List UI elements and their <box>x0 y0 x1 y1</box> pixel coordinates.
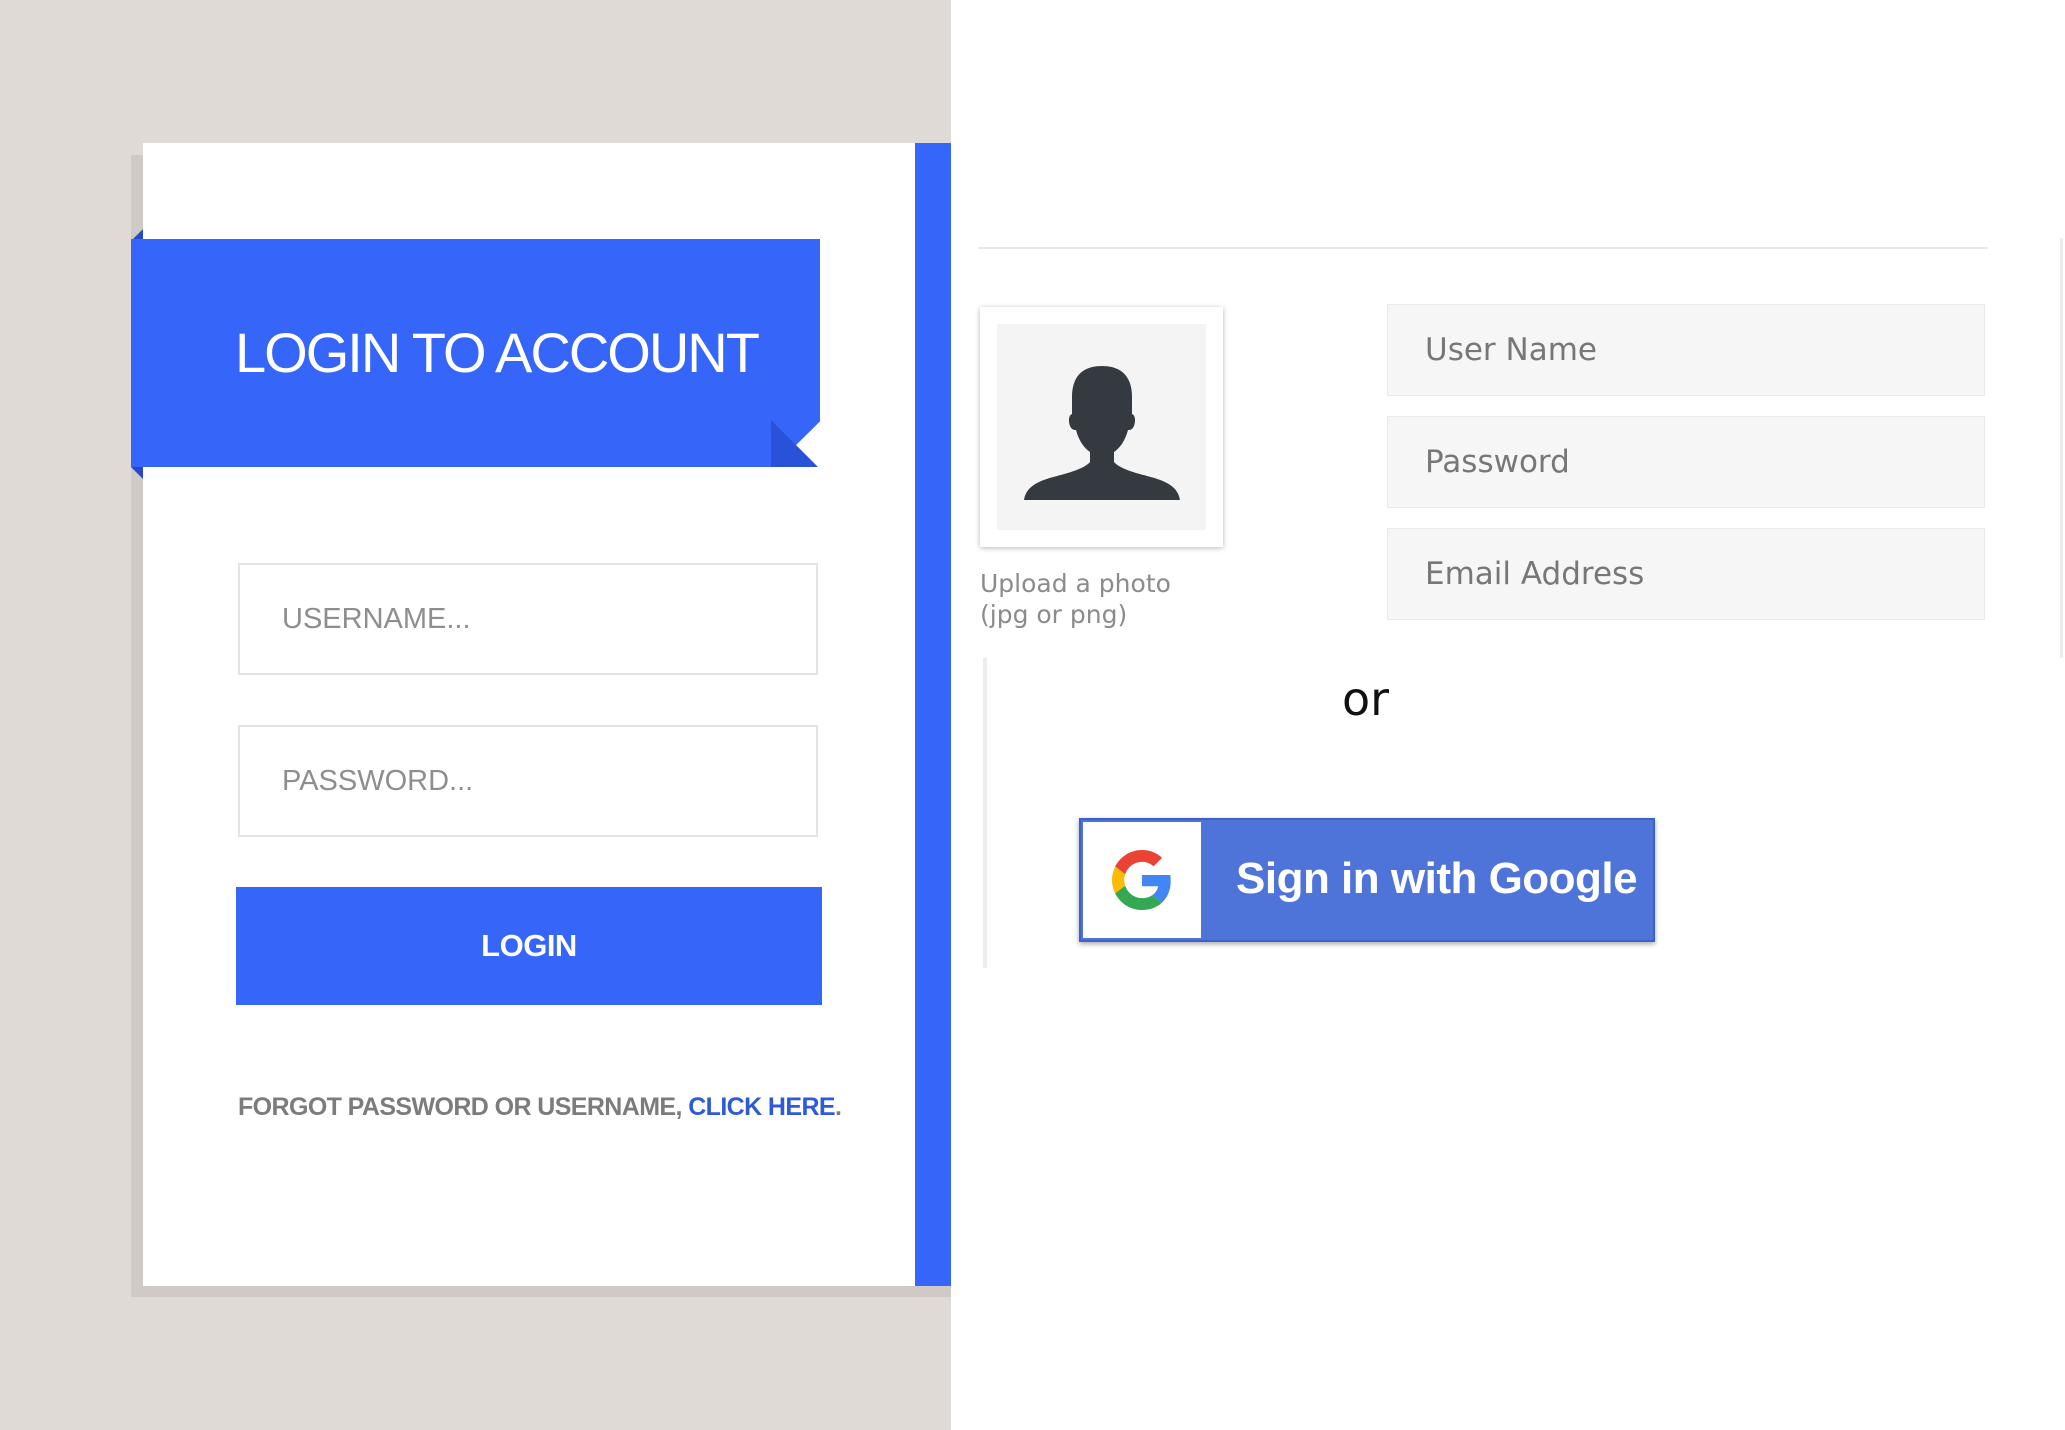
forgot-text: FORGOT PASSWORD OR USERNAME, <box>238 1093 689 1121</box>
right-edge-line <box>2060 238 2063 658</box>
upload-label-line1: Upload a photo <box>980 569 1171 598</box>
banner-fold-bottom <box>131 467 143 479</box>
top-divider <box>978 247 1988 249</box>
register-username-input[interactable] <box>1387 304 1985 396</box>
google-g-icon <box>1112 850 1171 910</box>
photo-placeholder <box>997 324 1206 530</box>
register-password-input[interactable] <box>1387 416 1985 508</box>
login-title: LOGIN TO ACCOUNT <box>235 321 760 384</box>
login-card-accent-strip <box>915 143 951 1286</box>
login-button[interactable]: LOGIN <box>236 887 822 1005</box>
username-input[interactable] <box>238 563 818 675</box>
photo-upload-frame[interactable] <box>980 307 1223 547</box>
user-silhouette-icon <box>1024 366 1180 500</box>
forgot-credentials-text: FORGOT PASSWORD OR USERNAME, CLICK HERE. <box>238 1093 842 1122</box>
google-signin-label: Sign in with Google <box>1236 854 1638 903</box>
upload-label-line2: (jpg or png) <box>980 600 1128 629</box>
banner-corner-fold <box>771 420 818 467</box>
forgot-period: . <box>835 1093 842 1121</box>
register-email-input[interactable] <box>1387 528 1985 620</box>
or-separator: or <box>1342 672 1390 726</box>
click-here-link[interactable]: CLICK HERE <box>688 1093 835 1121</box>
password-input[interactable] <box>238 725 818 837</box>
google-signin-button[interactable]: Sign in with Google <box>1079 818 1655 942</box>
google-logo-box <box>1083 822 1201 938</box>
left-vertical-rule <box>983 658 987 968</box>
upload-photo-label: Upload a photo (jpg or png) <box>980 568 1171 630</box>
